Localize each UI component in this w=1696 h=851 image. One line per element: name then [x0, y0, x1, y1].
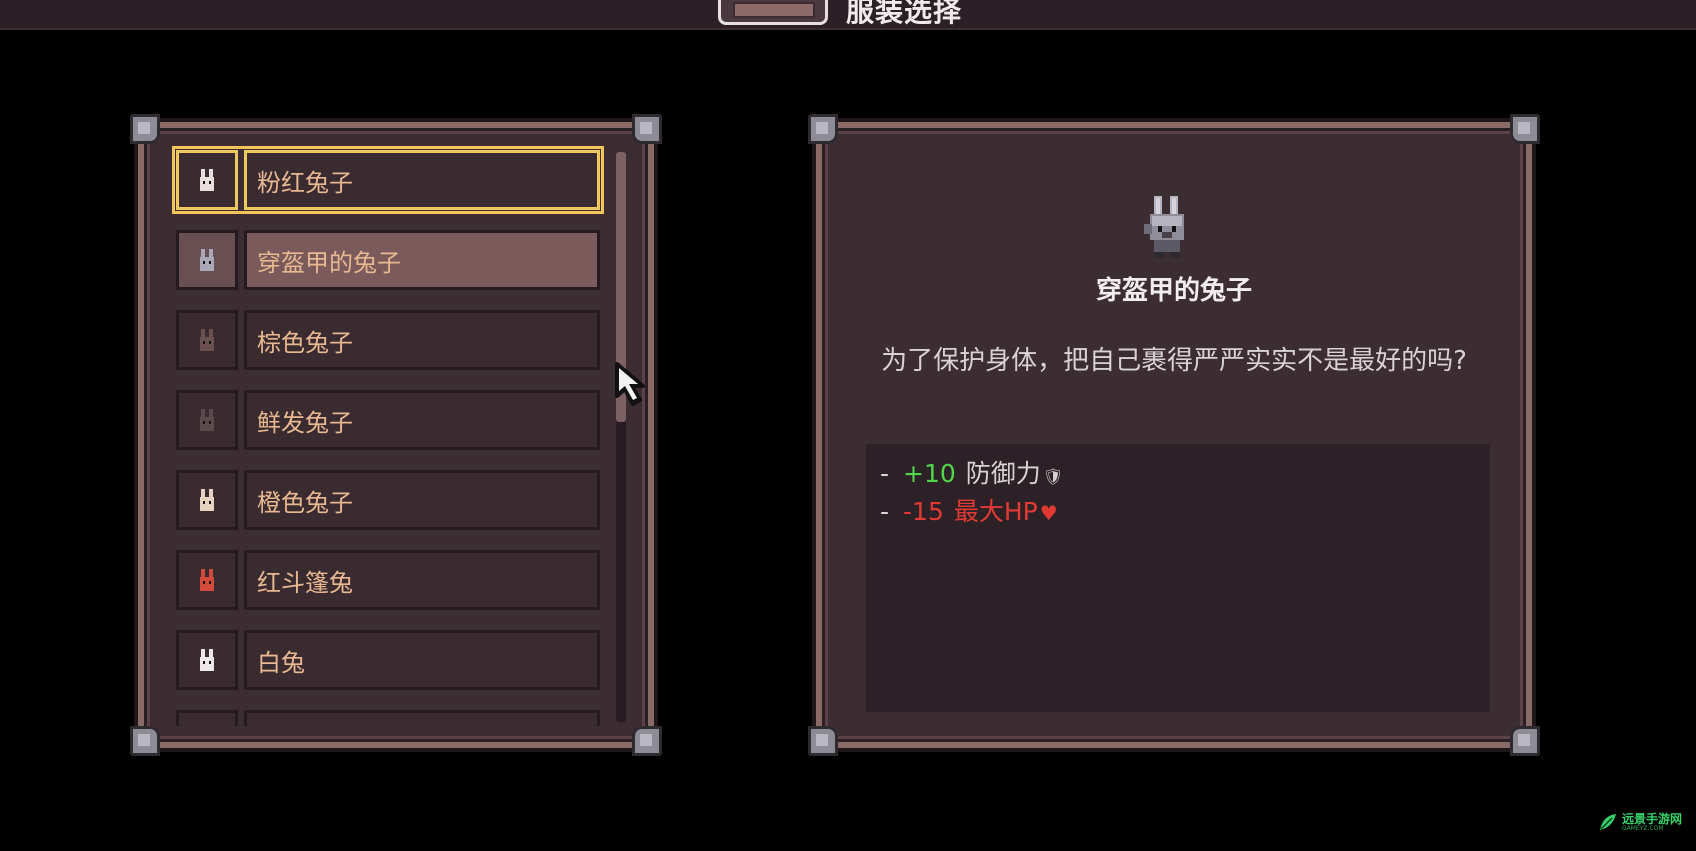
pink-bunny-icon: [200, 169, 214, 191]
costume-list-item[interactable]: [172, 706, 604, 726]
frame-corner: [632, 114, 662, 144]
costume-description: 为了保护身体，把自己裹得严严实实不是最好的吗?: [881, 346, 1467, 376]
costume-icon-slot: [176, 550, 238, 610]
leaf-logo-icon: [1600, 814, 1616, 830]
costume-list-item[interactable]: 穿盔甲的兔子: [172, 226, 604, 294]
costume-label: 红斗篷兔: [244, 550, 600, 610]
frame-corner: [808, 726, 838, 756]
costume-icon-slot: [176, 710, 238, 726]
frame-corner: [808, 114, 838, 144]
stat-dash: -: [880, 459, 890, 488]
watermark-text: 远景手游网: [1622, 811, 1683, 826]
page-title: 服装选择: [846, 0, 963, 28]
watermark-subtext: GAMEYZ.COM: [1622, 824, 1664, 832]
top-bar: 服装选择: [0, 0, 1696, 30]
stat-name: 防御力: [965, 459, 1041, 488]
costume-icon-slot: [176, 630, 238, 690]
costume-label: 粉红兔子: [244, 150, 600, 210]
stats-box: - +10 防御力 🛡 - -15 最大HP ♥: [866, 444, 1490, 712]
frame-corner: [632, 726, 662, 756]
stat-name: 最大HP: [953, 497, 1038, 526]
costume-list-item[interactable]: 鲜发兔子: [172, 386, 604, 454]
costume-list-item[interactable]: 红斗篷兔: [172, 546, 604, 614]
stat-value: -15: [903, 497, 944, 526]
armored-bunny-icon: [1144, 196, 1184, 258]
costume-list-panel: 粉红兔子穿盔甲的兔子 棕色兔子鲜发兔子橙色兔子红斗篷兔白兔: [130, 114, 662, 756]
shield-icon: 🛡: [1042, 467, 1064, 486]
heart-icon: ♥: [1039, 501, 1058, 525]
costume-detail-panel: 穿盔甲的兔子 为了保护身体，把自己裹得严严实实不是最好的吗? - +10 防御力 🛡 …: [808, 114, 1540, 756]
list-scrollbar[interactable]: [616, 152, 626, 722]
brown-bunny-icon: [200, 329, 214, 351]
white-bunny-icon: [200, 649, 214, 671]
costume-label: 棕色兔子: [244, 310, 600, 370]
costume-list-item[interactable]: 棕色兔子: [172, 306, 604, 374]
stat-max-hp: - -15 最大HP ♥: [880, 492, 1058, 528]
costume-label: 鲜发兔子: [244, 390, 600, 450]
costume-list-item[interactable]: 橙色兔子: [172, 466, 604, 534]
costume-list[interactable]: 粉红兔子穿盔甲的兔子 棕色兔子鲜发兔子橙色兔子红斗篷兔白兔: [172, 146, 604, 726]
frame-corner: [130, 726, 160, 756]
costume-label: 橙色兔子: [244, 470, 600, 530]
costume-label: 白兔: [244, 630, 600, 690]
stat-dash: -: [880, 497, 890, 526]
stat-value: +10: [903, 459, 956, 488]
costume-label: 穿盔甲的兔子: [244, 230, 600, 290]
frame-corner: [130, 114, 160, 144]
costume-icon-slot: [176, 230, 238, 290]
costume-list-item[interactable]: 粉红兔子: [172, 146, 604, 214]
costume-icon-slot: [176, 150, 238, 210]
orange-bunny-icon: [200, 489, 214, 511]
costume-icon-slot: [176, 390, 238, 450]
watermark: 远景手游网 GAMEYZ.COM: [1598, 812, 1682, 832]
armored-bunny-icon: [200, 249, 214, 271]
costume-icon-slot: [176, 470, 238, 530]
stat-defense: - +10 防御力 🛡: [880, 454, 1063, 490]
costume-list-item[interactable]: 白兔: [172, 626, 604, 694]
costume-name: 穿盔甲的兔子: [1095, 276, 1252, 306]
frame-corner: [1510, 114, 1540, 144]
red-cloak-bunny-icon: [200, 569, 214, 591]
costume-label: [244, 710, 600, 726]
mouse-cursor-icon: [615, 362, 645, 406]
costume-icon-slot: [176, 310, 238, 370]
frame-corner: [1510, 726, 1540, 756]
wardrobe-icon: [718, 0, 828, 25]
hairy-bunny-icon: [200, 409, 214, 431]
